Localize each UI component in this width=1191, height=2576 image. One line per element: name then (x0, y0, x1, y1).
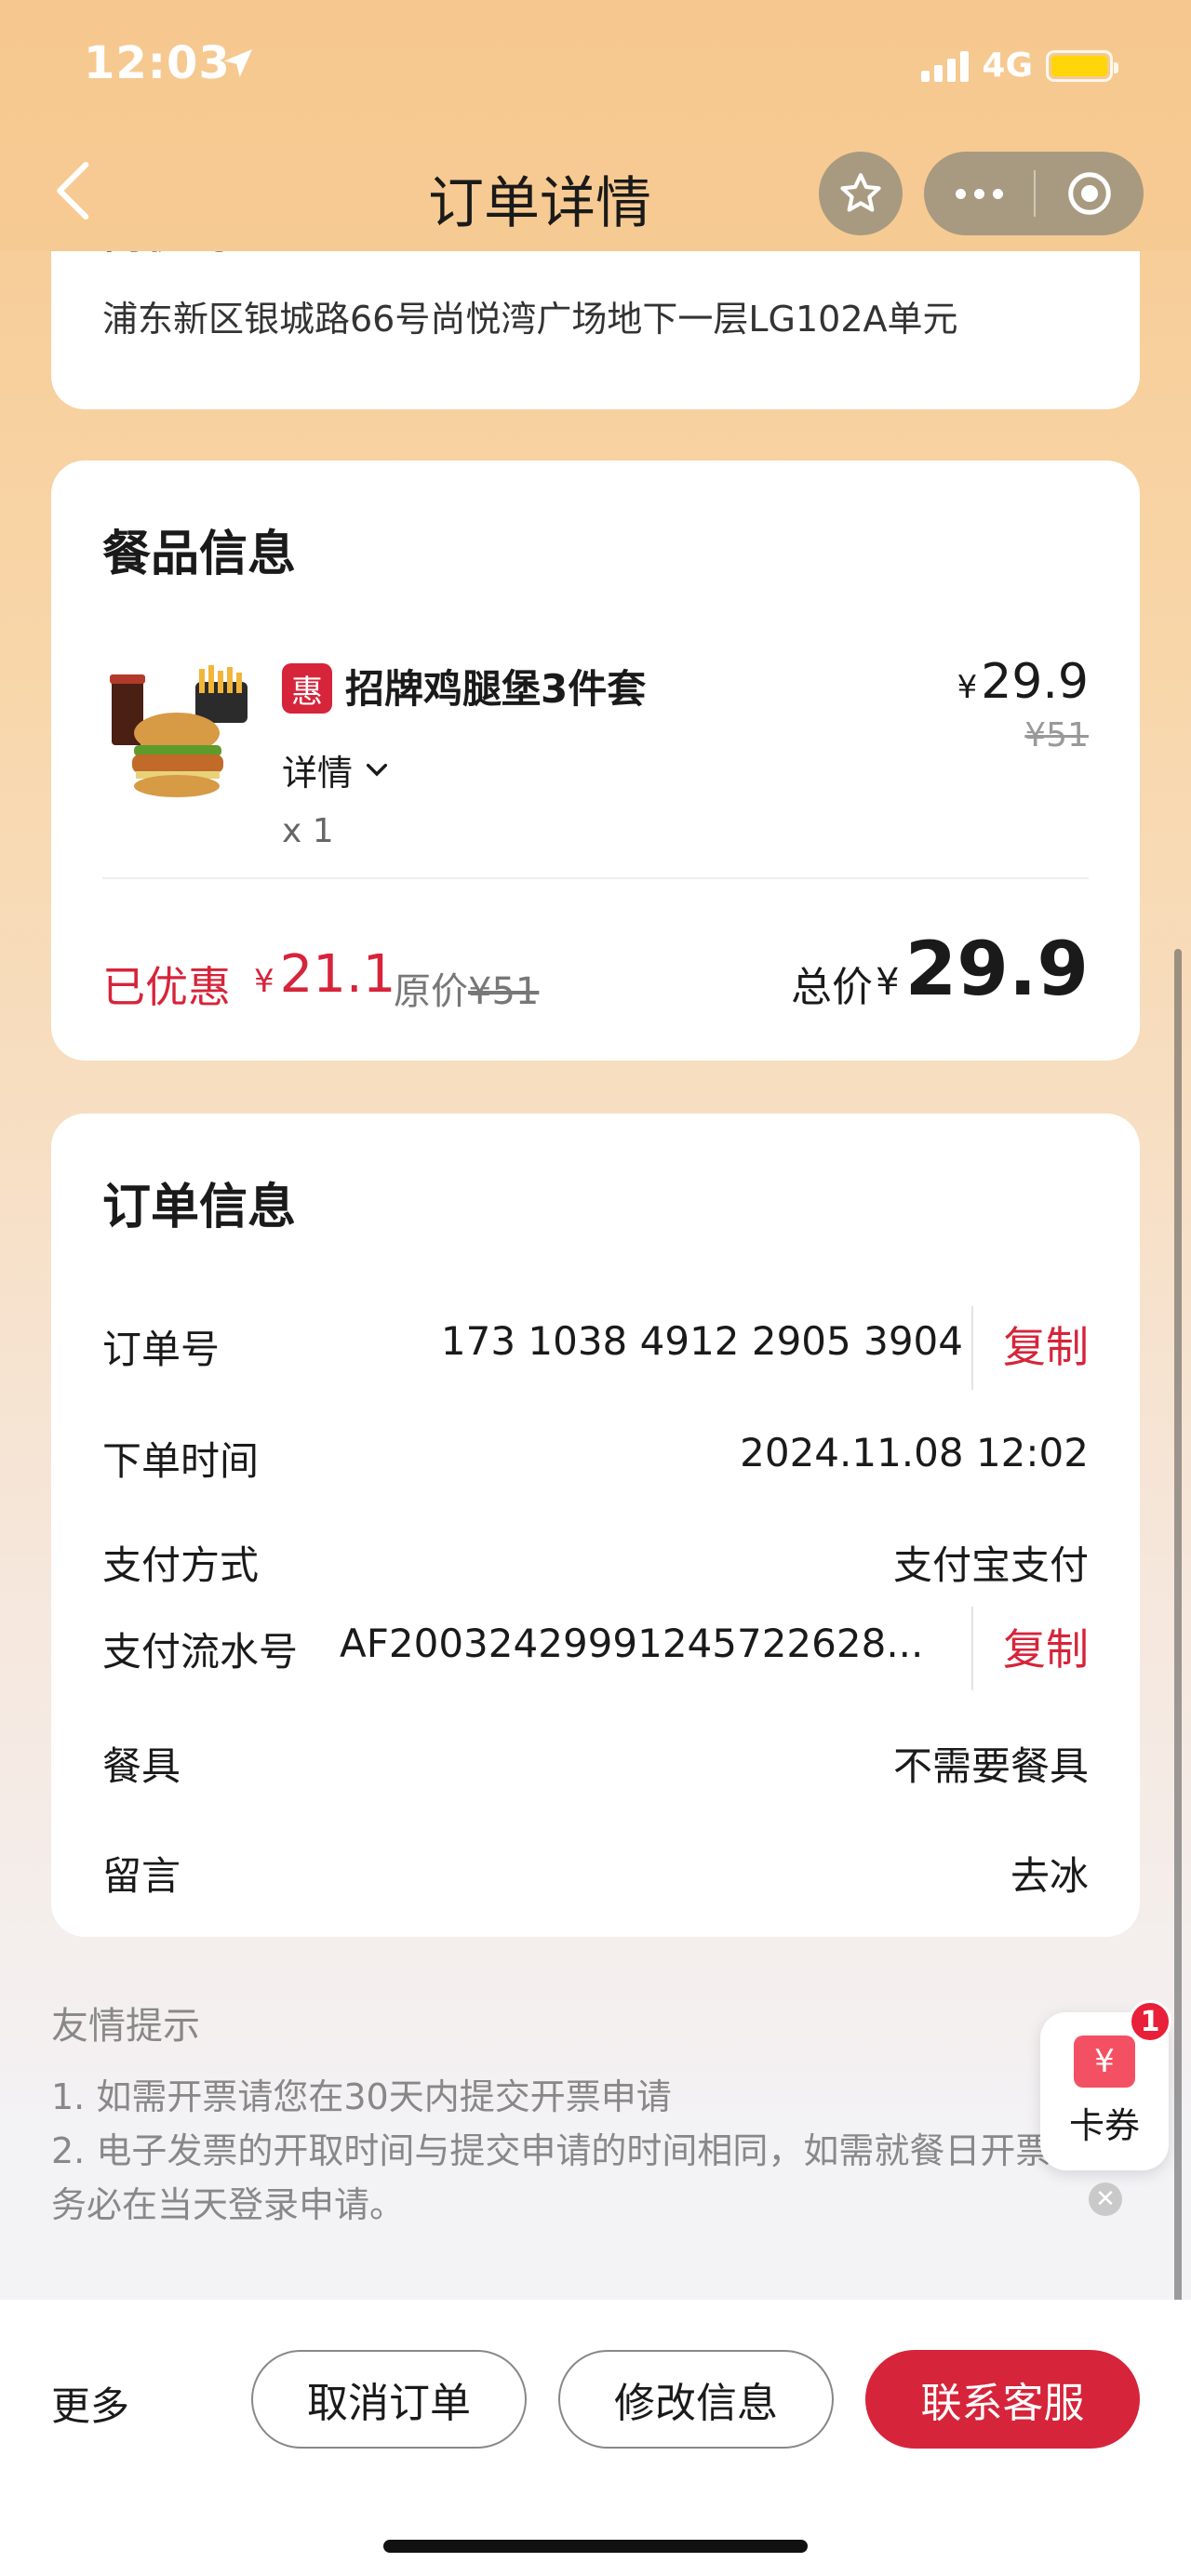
signal-icon (921, 50, 970, 82)
remark-value: 去冰 (1010, 1853, 1089, 1899)
order-number-label: 订单号 (102, 1327, 221, 1372)
tip-line: 2. 电子发票的开取时间与提交申请的时间相同，如需就餐日开票 (51, 2130, 1051, 2171)
tip-line: 1. 如需开票请您在30天内提交开票申请 (51, 2076, 672, 2117)
store-address: 浦东新区银城路66号尚悦湾广场地下一层LG102A单元 (102, 299, 958, 340)
item-price: ¥29.9 (957, 654, 1089, 710)
more-button[interactable]: 更多 (51, 2375, 129, 2432)
original-total: 原价¥51 (394, 961, 539, 1015)
total-value: 29.9 (904, 926, 1089, 1012)
copy-separator (971, 1306, 973, 1390)
contact-service-button[interactable]: 联系客服 (865, 2350, 1140, 2449)
scrollbar[interactable] (1174, 949, 1182, 2302)
page-title: 订单详情 (428, 171, 651, 236)
food-detail-label: 详情 (282, 753, 354, 794)
order-section-title: 订单信息 (102, 1180, 297, 1235)
payment-method-value: 支付宝支付 (892, 1542, 1089, 1588)
burger-combo-image (110, 665, 248, 797)
original-total-label: 原价 (394, 970, 468, 1013)
food-item-name: 招牌鸡腿堡3件套 (345, 666, 647, 712)
total-label: 总价 (791, 964, 873, 1011)
food-info-card: 餐品信息 惠 招牌鸡腿堡3件套 详情 x 1 ¥29.9 ¥51 已优惠 ¥21… (51, 460, 1140, 1061)
coupon-count-badge: 1 (1129, 2000, 1171, 2043)
payment-method-label: 支付方式 (102, 1542, 260, 1588)
discount-amount: ¥21.1 (254, 944, 395, 1005)
item-price-currency: ¥ (957, 669, 978, 706)
discount-value: 21.1 (279, 944, 396, 1005)
order-info-card: 订单信息 订单号 173 1038 4912 2905 3904 复制 下单时间… (51, 1114, 1140, 1937)
copy-order-number-button[interactable]: 复制 (1003, 1314, 1089, 1375)
divider (102, 877, 1089, 879)
item-original-price: ¥51 (1024, 716, 1089, 754)
order-number-value: 173 1038 4912 2905 3904 (440, 1318, 963, 1364)
order-time-label: 下单时间 (102, 1438, 260, 1484)
total-currency: ¥ (876, 961, 900, 1004)
home-indicator (383, 2540, 808, 2553)
close-miniprogram-icon[interactable] (1036, 168, 1144, 219)
star-icon (840, 173, 881, 212)
item-price-value: 29.9 (981, 654, 1089, 710)
discount-currency: ¥ (254, 963, 274, 1000)
discount-label: 已优惠 (102, 962, 231, 1012)
payment-serial-value: AF20032429991245722628... (340, 1621, 924, 1666)
favorite-button[interactable] (819, 152, 903, 235)
food-quantity: x 1 (282, 812, 334, 850)
payment-serial-label: 支付流水号 (102, 1629, 299, 1675)
original-total-value: ¥51 (468, 970, 540, 1013)
network-type: 4G (982, 47, 1033, 85)
food-detail-toggle[interactable]: 详情 (282, 744, 392, 795)
more-options-icon[interactable] (924, 188, 1034, 199)
tips-title: 友情提示 (51, 2005, 200, 2048)
status-time-overlay: 12:03 (84, 37, 231, 89)
copy-separator (971, 1607, 973, 1690)
tip-line: 务必在当天登录申请。 (51, 2184, 406, 2225)
location-arrow-icon (224, 49, 252, 77)
cancel-order-button[interactable]: 取消订单 (251, 2350, 527, 2449)
coupon-icon: ¥ (1074, 2035, 1135, 2088)
address-card: 尚悦湾 浦东新区银城路66号尚悦湾广场地下一层LG102A单元 (51, 223, 1140, 409)
chevron-down-icon (366, 763, 388, 776)
battery-icon (1046, 49, 1118, 82)
close-icon[interactable]: ✕ (1089, 2182, 1122, 2216)
status-indicators-overlay: 4G (921, 47, 1118, 85)
coupon-label: 卡券 (1068, 2104, 1140, 2146)
total-price: ¥29.9 (876, 926, 1089, 1012)
discount-badge: 惠 (282, 663, 332, 714)
copy-serial-button[interactable]: 复制 (1003, 1616, 1089, 1677)
tableware-value: 不需要餐具 (892, 1743, 1089, 1789)
food-section-title: 餐品信息 (102, 527, 297, 582)
modify-info-button[interactable]: 修改信息 (558, 2350, 834, 2449)
remark-label: 留言 (102, 1853, 181, 1899)
tableware-label: 餐具 (102, 1743, 181, 1789)
order-time-value: 2024.11.08 12:02 (740, 1430, 1089, 1475)
miniprogram-capsule (924, 152, 1144, 235)
